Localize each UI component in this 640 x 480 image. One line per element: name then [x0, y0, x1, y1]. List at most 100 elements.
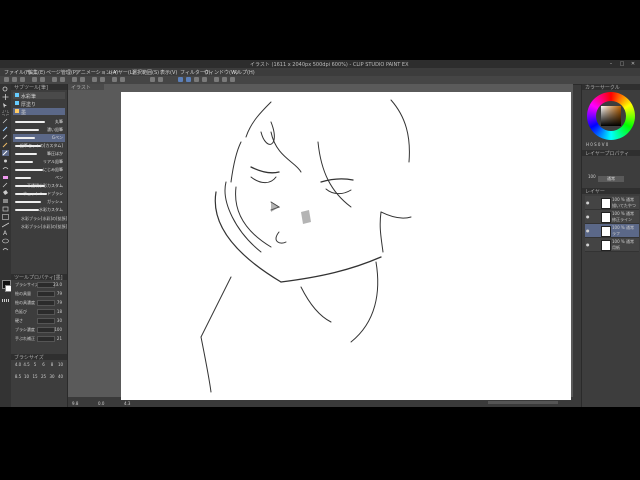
property-slider[interactable]	[37, 336, 55, 342]
layer-item[interactable]: ● 100 % 通常 描いてたやつ	[585, 196, 639, 210]
property-slider[interactable]	[37, 300, 55, 306]
brush-mode-icon[interactable]	[194, 77, 199, 82]
property-value[interactable]: 79	[57, 300, 62, 305]
share-icon[interactable]	[120, 77, 125, 82]
brush-size-preset[interactable]: 40	[57, 374, 65, 382]
property-value[interactable]: 79	[57, 291, 62, 296]
blend-icon[interactable]	[2, 182, 9, 188]
menu-edit[interactable]: 編集(E)	[28, 69, 45, 76]
new-icon[interactable]	[4, 77, 9, 82]
pen-mode-icon[interactable]	[178, 77, 183, 82]
ruler-icon[interactable]	[100, 77, 105, 82]
snap-icon[interactable]	[92, 77, 97, 82]
undo-icon[interactable]	[32, 77, 37, 82]
property-value[interactable]: 23.0	[53, 282, 62, 287]
clear-icon[interactable]	[52, 77, 57, 82]
menu-layer[interactable]: レイヤー(L)	[108, 69, 135, 76]
group-thick-paint[interactable]: 厚塗り	[13, 100, 65, 108]
brush-size-preset[interactable]: 30	[48, 374, 56, 382]
minimize-button[interactable]: –	[606, 60, 616, 68]
menu-view[interactable]: 表示(V)	[160, 69, 177, 76]
fill-icon[interactable]	[2, 190, 9, 196]
brush-size-preset[interactable]: 15	[31, 374, 39, 382]
group-watercolor[interactable]: 水彩筆	[13, 92, 65, 100]
property-slider[interactable]	[37, 309, 55, 315]
figure-icon[interactable]	[2, 206, 9, 212]
deselect-icon[interactable]	[72, 77, 77, 82]
eye-icon[interactable]: ●	[586, 242, 590, 247]
settings-icon[interactable]	[112, 77, 117, 82]
brush-icon[interactable]	[2, 150, 9, 156]
zoom-readout[interactable]: 9.8	[72, 401, 78, 406]
brush-item[interactable]: リアル鉛筆	[13, 158, 65, 166]
layer-item[interactable]: ● 100 % 通常 修正ライン	[585, 210, 639, 224]
menu-select[interactable]: 選択範囲(S)	[132, 69, 159, 76]
group-ink[interactable]: 墨	[13, 108, 65, 116]
frame-icon[interactable]	[2, 214, 9, 220]
rotate-icon[interactable]	[150, 77, 155, 82]
property-value[interactable]: 18	[57, 309, 62, 314]
pen-icon[interactable]	[2, 134, 9, 140]
pencil-icon[interactable]	[2, 142, 9, 148]
brush-size-preset[interactable]: 10	[57, 362, 65, 370]
property-value[interactable]: 21	[57, 336, 62, 341]
invert-selection-icon[interactable]	[80, 77, 85, 82]
property-value[interactable]: 30	[57, 318, 62, 323]
text-icon[interactable]: A	[2, 230, 9, 236]
scroll-indicator[interactable]	[488, 401, 558, 404]
transparent-color-icon[interactable]	[2, 299, 9, 302]
angle-readout[interactable]: 0.0	[98, 401, 104, 406]
subtool-extra-2[interactable]: 水彩ブラシ[水彩]の[拡張]	[21, 224, 67, 230]
brush-item[interactable]: ガッシュ	[13, 198, 65, 206]
brush-size-preset[interactable]: 5	[31, 362, 39, 370]
brush-item[interactable]: Gペン	[13, 134, 65, 142]
redo-icon[interactable]	[40, 77, 45, 82]
property-value[interactable]: 100	[54, 327, 62, 332]
brush-item[interactable]: 濃い鉛筆	[13, 126, 65, 134]
brush-item[interactable]: 水彩カスタム	[13, 206, 65, 214]
eye-icon[interactable]: ●	[586, 200, 590, 205]
flip-icon[interactable]	[158, 77, 163, 82]
decoration-icon[interactable]	[2, 166, 9, 172]
eye-icon[interactable]: ●	[586, 214, 590, 219]
close-button[interactable]: ✕	[628, 60, 638, 68]
menu-help[interactable]: ヘルプ(H)	[232, 69, 255, 76]
brush-size-preset[interactable]: 6	[40, 362, 48, 370]
transform-icon[interactable]	[60, 77, 65, 82]
brush-item[interactable]: 筆圧ほか	[13, 150, 65, 158]
balloon-icon[interactable]	[2, 238, 9, 244]
menu-file[interactable]: ファイル(F)	[4, 69, 31, 76]
brush-item[interactable]: ウェットハードブラシ	[13, 190, 65, 198]
hue-ring[interactable]	[587, 92, 635, 140]
brush-item[interactable]: 丸筆	[13, 118, 65, 126]
brush-size-preset[interactable]: 10	[23, 374, 31, 382]
brush-item[interactable]: 不透明水彩カスタム	[13, 182, 65, 190]
blend-mode-select[interactable]: 通常	[598, 176, 624, 182]
ruler-tool-icon[interactable]	[2, 222, 9, 228]
gradient-icon[interactable]	[2, 198, 9, 204]
brush-size-preset[interactable]: 4.0	[14, 362, 22, 370]
saturation-value-square[interactable]	[601, 106, 621, 126]
brush-size-preset[interactable]: 8.5	[14, 374, 22, 382]
layer-item[interactable]: ● 100 % 通常 ラフ	[585, 224, 639, 238]
eyedropper-icon[interactable]	[2, 126, 9, 132]
brush-size-preset[interactable]: 8	[48, 362, 56, 370]
select-icon[interactable]	[2, 110, 9, 116]
property-slider[interactable]	[37, 291, 55, 297]
open-icon[interactable]	[12, 77, 17, 82]
guide-icon[interactable]	[222, 77, 227, 82]
zoom-icon[interactable]	[2, 86, 9, 92]
eraser-icon[interactable]	[2, 174, 9, 180]
eraser-mode-icon[interactable]	[202, 77, 207, 82]
menu-page[interactable]: ページ管理(P)	[46, 69, 78, 76]
property-slider[interactable]	[37, 318, 55, 324]
drawing-canvas[interactable]	[121, 92, 571, 402]
grid-icon[interactable]	[214, 77, 219, 82]
airbrush-icon[interactable]	[2, 158, 9, 164]
canvas-tab[interactable]: イラスト	[68, 84, 104, 91]
brush-item[interactable]: 鉛筆セットの[カスタム]	[13, 142, 65, 150]
brush-item[interactable]: にじみ鉛筆	[13, 166, 65, 174]
correct-line-icon[interactable]	[2, 246, 9, 252]
wand-icon[interactable]	[2, 118, 9, 124]
brush-item[interactable]: ペン	[13, 174, 65, 182]
